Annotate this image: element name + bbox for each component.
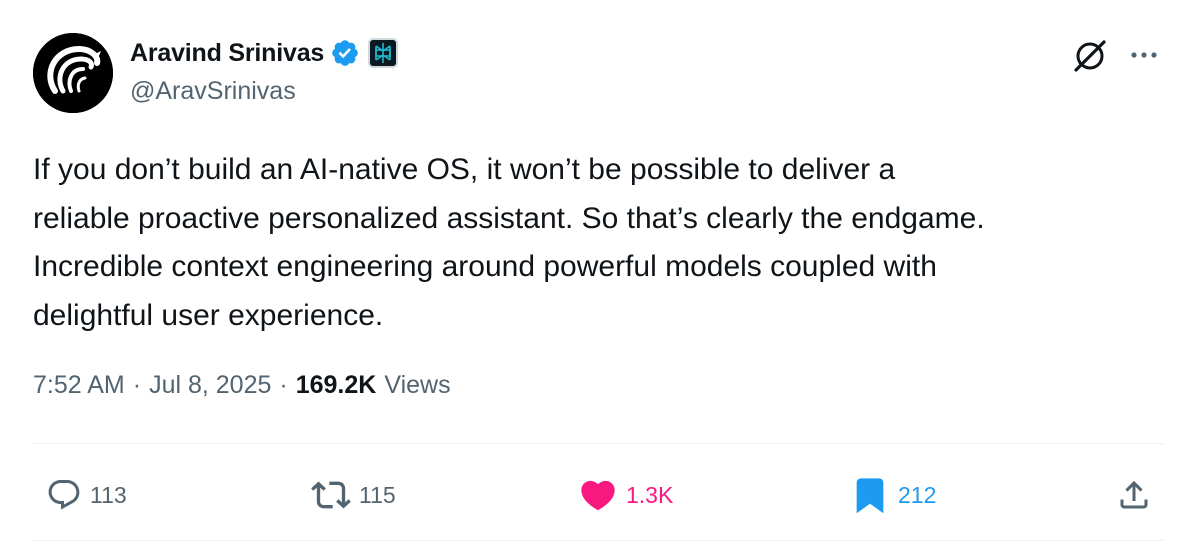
tweet-text-line: delightful user experience. <box>33 298 384 332</box>
tweet-text: If you don’t build an AI-native OS, it w… <box>33 146 1173 340</box>
bookmark-button[interactable]: 212 <box>850 470 936 520</box>
retweet-icon <box>311 481 351 509</box>
views-count: 169.2K <box>295 371 377 399</box>
share-button[interactable] <box>1116 470 1152 520</box>
retweet-button[interactable]: 115 <box>311 470 396 520</box>
reply-button[interactable]: 113 <box>46 470 127 520</box>
author-name-row: Aravind Srinivas <box>130 36 399 70</box>
tweet-time[interactable]: 7:52 AM <box>33 371 125 400</box>
divider <box>33 540 1165 541</box>
share-icon <box>1120 480 1148 509</box>
affiliate-badge-icon[interactable] <box>368 38 399 68</box>
tweet-meta: 7:52 AM · Jul 8, 2025 · 169.2K Views <box>33 371 451 400</box>
divider <box>33 443 1165 444</box>
avatar-logo-icon <box>33 33 113 113</box>
like-count: 1.3K <box>626 481 674 508</box>
tweet-text-line: If you don’t build an AI-native OS, it w… <box>33 153 896 186</box>
grok-icon[interactable] <box>1070 36 1110 76</box>
reply-icon <box>48 480 80 510</box>
tweet-text-line: reliable proactive personalized assistan… <box>33 201 985 235</box>
more-options-icon[interactable] <box>1124 38 1164 72</box>
heart-icon <box>581 480 615 511</box>
action-bar: 113 115 1.3K 212 <box>0 470 1196 520</box>
bookmark-icon <box>856 478 884 514</box>
like-button[interactable]: 1.3K <box>578 470 673 520</box>
views-label: Views <box>384 371 451 399</box>
author-handle[interactable]: @AravSrinivas <box>130 77 296 106</box>
meta-separator: · <box>279 371 288 399</box>
tweet-date[interactable]: Jul 8, 2025 <box>149 371 271 400</box>
tweet-text-line: Incredible context engineering around po… <box>33 250 937 283</box>
retweet-count: 115 <box>359 481 396 508</box>
meta-separator: · <box>132 371 142 399</box>
bookmark-count: 212 <box>898 481 937 508</box>
author-display-name[interactable]: Aravind Srinivas <box>130 39 324 68</box>
avatar[interactable] <box>33 33 113 113</box>
reply-count: 113 <box>90 481 127 508</box>
tweet-card: Aravind Srinivas @AravSrinivas If you do… <box>0 0 1196 556</box>
verified-badge-icon[interactable] <box>330 38 360 68</box>
